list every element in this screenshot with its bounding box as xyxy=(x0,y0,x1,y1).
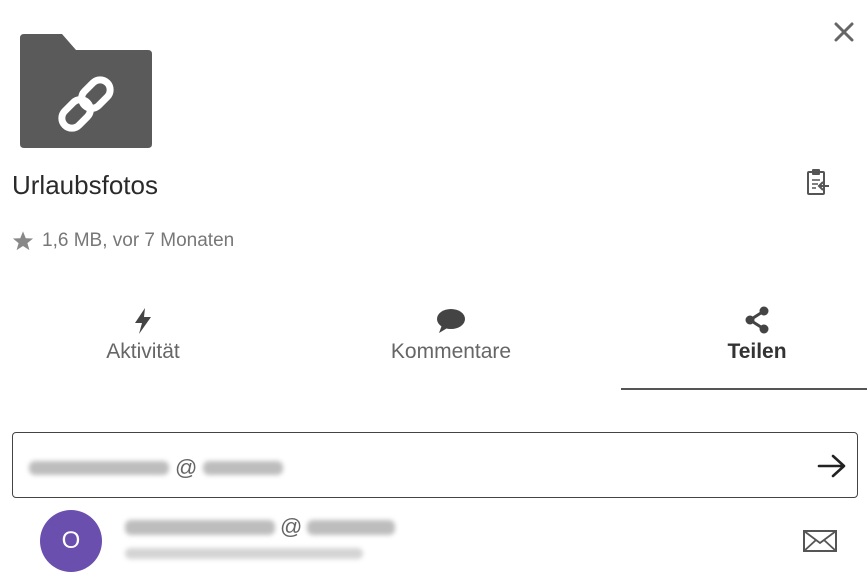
tab-comments[interactable]: Kommentare xyxy=(328,300,574,392)
sidebar-tabs: Aktivität Kommentare Teilen xyxy=(0,300,867,392)
share-with-field: @ xyxy=(12,432,858,498)
arrow-right-icon xyxy=(817,454,846,478)
file-meta: 1,6 MB, vor 7 Monaten xyxy=(12,230,234,252)
share-with-input[interactable] xyxy=(13,433,793,497)
tab-share[interactable]: Teilen xyxy=(634,300,867,392)
file-size-date: 1,6 MB, vor 7 Monaten xyxy=(42,230,235,251)
share-icon xyxy=(745,306,769,334)
mail-icon xyxy=(803,530,837,552)
close-button[interactable] xyxy=(826,14,862,50)
close-icon xyxy=(834,22,854,42)
active-tab-indicator xyxy=(621,388,867,390)
suggestion-at-sign: @ xyxy=(280,514,303,539)
share-suggestion-item[interactable]: O @ xyxy=(12,500,858,574)
file-title: Urlaubsfotos xyxy=(12,170,158,200)
tab-activity-label: Aktivität xyxy=(106,340,180,363)
copy-link-icon[interactable] xyxy=(805,168,831,198)
star-icon[interactable] xyxy=(12,230,34,252)
tab-comments-label: Kommentare xyxy=(390,340,512,363)
shared-link-folder-icon xyxy=(20,34,152,148)
tab-share-label: Teilen xyxy=(727,340,787,363)
bolt-icon xyxy=(135,308,151,334)
share-submit-button[interactable] xyxy=(813,447,851,485)
tab-activity[interactable]: Aktivität xyxy=(20,300,266,392)
comment-icon xyxy=(437,309,465,333)
avatar: O xyxy=(40,510,102,572)
suggestion-email-redacted xyxy=(125,546,363,564)
suggestion-name-redacted: @ xyxy=(125,514,396,540)
